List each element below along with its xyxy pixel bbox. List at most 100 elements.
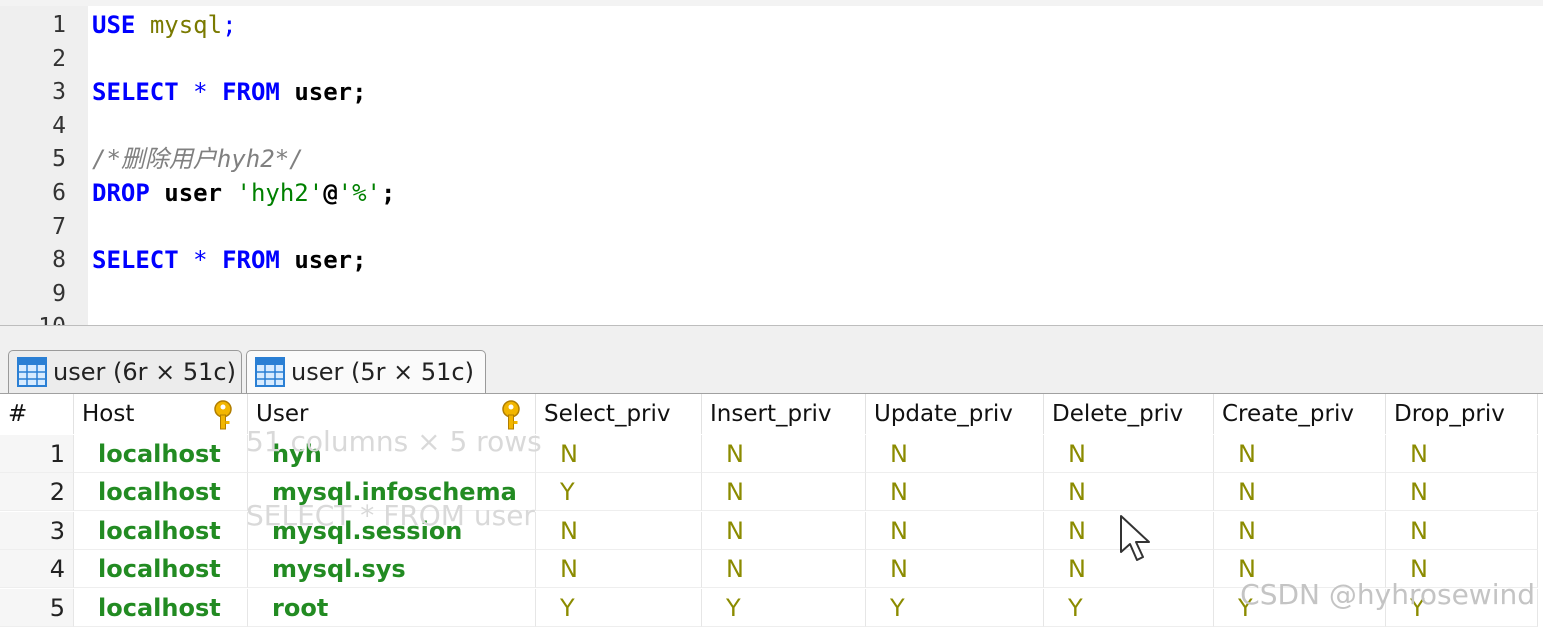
line-number: 7 — [52, 213, 66, 240]
code-text: /*删除用户hyh2*/ — [92, 142, 304, 176]
code-token: USE — [92, 11, 136, 39]
code-text: SELECT * FROM user; — [92, 75, 367, 109]
editor-line[interactable]: 2 — [0, 42, 1543, 76]
cell-user[interactable]: mysql.sys — [248, 550, 536, 589]
editor-line[interactable]: 10 — [0, 310, 1543, 325]
result-tab-bar: user (6r × 51c) user (5r × 51c) — [0, 325, 1543, 394]
cell-create-priv[interactable]: N — [1214, 435, 1386, 473]
tab-label: user (6r × 51c) — [53, 358, 236, 386]
cell-insert-priv[interactable]: Y — [702, 588, 866, 627]
cell-delete-priv[interactable]: Y — [1044, 588, 1214, 627]
cell-drop-priv[interactable]: N — [1386, 435, 1538, 473]
editor-line[interactable]: 1 USE mysql; — [0, 8, 1543, 42]
cell-select-priv[interactable]: Y — [536, 588, 702, 627]
code-token: 'hyh2' — [236, 179, 324, 207]
cell-insert-priv[interactable]: N — [702, 511, 866, 550]
table-grid-icon — [255, 357, 285, 387]
line-number: 9 — [52, 280, 66, 307]
code-token: * — [193, 246, 208, 275]
column-header-label: Host — [82, 401, 135, 427]
line-number: 1 — [52, 12, 66, 38]
cell-select-priv[interactable]: N — [536, 550, 702, 589]
code-token: mysql — [149, 11, 223, 39]
column-header-update-priv[interactable]: Update_priv — [866, 394, 1044, 434]
code-text: USE mysql; — [92, 8, 237, 42]
editor-line[interactable]: 3 SELECT * FROM user; — [0, 75, 1543, 109]
line-number: 4 — [52, 112, 66, 139]
column-header-drop-priv[interactable]: Drop_priv — [1386, 394, 1538, 434]
cell-create-priv[interactable]: N — [1214, 473, 1386, 512]
cell-host[interactable]: localhost — [74, 511, 248, 550]
cell-delete-priv[interactable]: N — [1044, 435, 1214, 473]
editor-line[interactable]: 8 SELECT * FROM user; — [0, 243, 1543, 277]
column-header-label: User — [256, 401, 309, 427]
line-number: 6 — [52, 180, 66, 206]
cell-create-priv[interactable]: N — [1214, 511, 1386, 550]
line-number: 2 — [52, 45, 66, 72]
table-row[interactable]: 3 localhost mysql.session N N N N N N — [0, 511, 1543, 550]
column-header-delete-priv[interactable]: Delete_priv — [1044, 394, 1214, 434]
cell-insert-priv[interactable]: N — [702, 435, 866, 473]
code-token: @ — [323, 179, 338, 207]
column-header-insert-priv[interactable]: Insert_priv — [702, 394, 866, 434]
column-header-create-priv[interactable]: Create_priv — [1214, 394, 1386, 434]
cell-update-priv[interactable]: N — [866, 435, 1044, 473]
cell-drop-priv[interactable]: N — [1386, 511, 1538, 550]
editor-line[interactable]: 6 DROP user 'hyh2'@'%'; — [0, 176, 1543, 210]
code-token: user; — [294, 78, 367, 107]
code-token: user; — [294, 246, 367, 275]
column-header-rownum[interactable]: # — [0, 394, 74, 434]
editor-line[interactable]: 5 /*删除用户hyh2*/ — [0, 142, 1543, 176]
cell-select-priv[interactable]: N — [536, 435, 702, 473]
cell-insert-priv[interactable]: N — [702, 473, 866, 512]
line-number: 3 — [52, 79, 66, 106]
code-text: SELECT * FROM user; — [92, 243, 367, 277]
cell-update-priv[interactable]: N — [866, 511, 1044, 550]
cell-update-priv[interactable]: Y — [866, 588, 1044, 627]
column-header-select-priv[interactable]: Select_priv — [536, 394, 702, 434]
cell-host[interactable]: localhost — [74, 473, 248, 512]
tab-result-2[interactable]: user (5r × 51c) — [246, 350, 486, 394]
cell-delete-priv[interactable]: N — [1044, 473, 1214, 512]
row-number[interactable]: 4 — [0, 550, 74, 589]
cell-update-priv[interactable]: N — [866, 550, 1044, 589]
row-number[interactable]: 1 — [0, 435, 74, 473]
cell-select-priv[interactable]: N — [536, 511, 702, 550]
code-token: SELECT — [92, 78, 179, 107]
code-text: DROP user 'hyh2'@'%'; — [92, 176, 395, 210]
cell-update-priv[interactable]: N — [866, 473, 1044, 512]
cell-user[interactable]: root — [248, 588, 536, 627]
code-token: user — [164, 179, 223, 207]
cell-host[interactable]: localhost — [74, 588, 248, 627]
editor-line[interactable]: 9 — [0, 277, 1543, 311]
tab-result-1[interactable]: user (6r × 51c) — [8, 350, 242, 393]
tooltip-summary: 51 columns × 5 rows — [246, 425, 542, 458]
cell-insert-priv[interactable]: N — [702, 550, 866, 589]
row-number[interactable]: 5 — [0, 588, 74, 627]
code-token: FROM — [222, 246, 280, 275]
editor-line[interactable]: 4 — [0, 109, 1543, 143]
table-row[interactable]: 2 localhost mysql.infoschema Y N N N N N — [0, 473, 1543, 512]
row-number[interactable]: 3 — [0, 511, 74, 550]
row-number[interactable]: 2 — [0, 473, 74, 512]
code-token: DROP — [92, 179, 150, 207]
cell-host[interactable]: localhost — [74, 435, 248, 473]
primary-key-icon — [214, 400, 232, 430]
tooltip-query: SELECT * FROM user — [246, 499, 535, 532]
editor-line[interactable]: 7 — [0, 210, 1543, 244]
cell-select-priv[interactable]: Y — [536, 473, 702, 512]
sql-editor[interactable]: 1 USE mysql; 2 3 SELECT * FROM user; 4 5 /*删除用户… — [0, 0, 1543, 325]
code-token: '%' — [337, 179, 382, 207]
code-token: FROM — [222, 78, 280, 107]
table-row[interactable]: 1 localhost hyh N N N N N N — [0, 435, 1543, 473]
line-number: 10 — [0, 310, 66, 325]
line-number: 8 — [52, 247, 66, 274]
cell-host[interactable]: localhost — [74, 550, 248, 589]
cell-drop-priv[interactable]: N — [1386, 473, 1538, 512]
